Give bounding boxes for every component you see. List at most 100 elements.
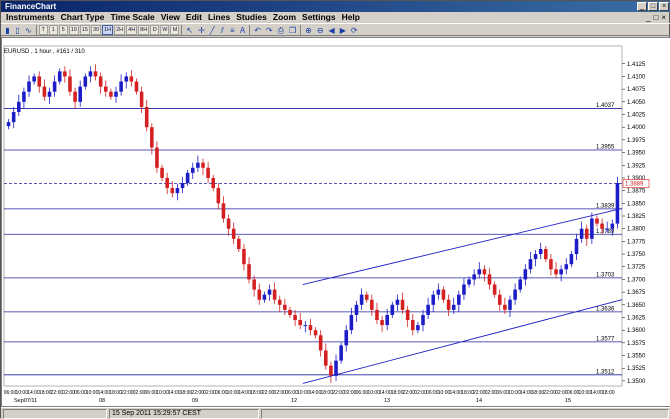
scroll-left-icon[interactable]: ◀	[327, 25, 337, 35]
menu-view[interactable]: View	[158, 12, 183, 23]
y-tick-label: 1.3700	[627, 277, 646, 283]
candle-body	[324, 350, 328, 366]
tf-8h-button[interactable]: 8H	[138, 24, 150, 35]
channel-icon[interactable]: ⫽	[218, 25, 227, 35]
mdi-minimize-button[interactable]: _	[646, 12, 650, 23]
candle-body	[462, 284, 466, 295]
tf-2h-button[interactable]: 2H	[114, 24, 126, 35]
tf-30-button[interactable]: 30	[90, 24, 102, 35]
candle-body	[134, 81, 139, 92]
candle-body	[354, 304, 359, 315]
candle-body	[477, 269, 482, 275]
candle-body	[247, 264, 251, 280]
candle-body	[242, 248, 246, 265]
fib-icon[interactable]: ≡	[228, 25, 237, 35]
level-label: 1.3839	[596, 203, 615, 209]
menu-edit[interactable]: Edit	[183, 12, 205, 23]
title-bar[interactable]: FinanceChart _ □ ×	[1, 1, 670, 12]
candle-body	[544, 248, 548, 260]
candle-body	[150, 127, 154, 148]
tf-5-button[interactable]: 5	[58, 24, 68, 35]
undo-icon[interactable]: ↶	[252, 25, 263, 35]
candle-body	[63, 71, 67, 77]
chart-bars-icon[interactable]: ▮	[3, 25, 12, 35]
candle-body	[27, 81, 31, 92]
candle-body	[329, 365, 333, 376]
tf-1h-button[interactable]: 1H	[102, 24, 114, 35]
tf-10-button[interactable]: 10	[68, 24, 79, 35]
current-price-label: 1.3889	[625, 182, 644, 188]
tf-15-button[interactable]: 15	[79, 24, 90, 35]
x-tick-label: 18:00	[602, 390, 615, 396]
tf-4h-button[interactable]: 4H	[126, 24, 138, 35]
tf-d-button[interactable]: D	[150, 24, 160, 35]
candle-body	[605, 228, 609, 230]
level-label: 1.4037	[596, 103, 615, 109]
chart-area[interactable]: EURUSD , 1 hour , #161 / 310 1.4125 1.410…	[1, 37, 670, 407]
day-label: 13	[384, 398, 390, 404]
candle-body	[114, 91, 118, 97]
menu-lines[interactable]: Lines	[205, 12, 233, 23]
candle-body	[349, 314, 354, 331]
candle-body	[549, 259, 553, 270]
level-label: 1.3955	[596, 145, 615, 151]
menu-instruments[interactable]: Instruments	[3, 12, 58, 23]
menu-time-scale[interactable]: Time Scale	[107, 12, 157, 23]
price-chart[interactable]: 1.4125 1.4100 1.4075 1.4050 1.4025 1.4000 1.39…	[2, 38, 670, 406]
candle-body	[57, 71, 62, 82]
level-label: 1.3636	[596, 306, 615, 312]
copy-icon[interactable]: ❐	[287, 25, 298, 35]
menu-studies[interactable]: Studies	[233, 12, 270, 23]
menu-help[interactable]: Help	[339, 12, 363, 23]
chart-candles-icon[interactable]: ▯	[13, 25, 22, 35]
y-tick-label: 1.3675	[627, 290, 646, 296]
zoom-out-icon[interactable]: ⊖	[315, 25, 326, 35]
tf-1-button[interactable]: 1	[48, 24, 58, 35]
candle-body	[103, 86, 108, 92]
mdi-close-button[interactable]: ×	[661, 12, 666, 23]
line-icon[interactable]: ╱	[208, 25, 217, 35]
candle-body	[487, 274, 492, 285]
minimize-button[interactable]: _	[637, 2, 647, 11]
tf-m-button[interactable]: M	[170, 24, 180, 35]
print-icon[interactable]: ⎙	[276, 25, 286, 35]
y-tick-label: 1.4000	[627, 125, 646, 131]
candle-body	[201, 162, 205, 168]
candle-body	[78, 86, 82, 102]
menu-chart-type[interactable]: Chart Type	[58, 12, 108, 23]
redo-icon[interactable]: ↷	[264, 25, 275, 35]
candle-body	[380, 320, 384, 326]
candle-body	[180, 183, 185, 189]
candle-body	[467, 279, 471, 285]
crosshair-icon[interactable]: ✛	[196, 25, 207, 35]
candle-body	[400, 299, 405, 310]
tf-w-button[interactable]: W	[160, 24, 170, 35]
refresh-icon[interactable]: ⟳	[349, 25, 360, 35]
menu-settings[interactable]: Settings	[299, 12, 339, 23]
y-tick-label: 1.3775	[627, 239, 646, 245]
chart-line-icon[interactable]: ∿	[23, 25, 34, 35]
candle-body	[155, 147, 159, 168]
text-icon[interactable]: A	[238, 25, 247, 35]
arrow-icon[interactable]: ↖	[184, 25, 195, 35]
candle-body	[584, 228, 589, 239]
scroll-right-icon[interactable]: ▶	[338, 25, 348, 35]
mdi-restore-button[interactable]: □	[653, 12, 658, 23]
zoom-in-icon[interactable]: ⊕	[303, 25, 314, 35]
candle-body	[83, 76, 88, 87]
menu-zoom[interactable]: Zoom	[270, 12, 299, 23]
candle-body	[528, 259, 533, 270]
candle-body	[318, 335, 323, 351]
tf-tick-button[interactable]: T	[38, 24, 48, 35]
candle-body	[508, 299, 512, 310]
candle-body	[170, 188, 175, 194]
maximize-button[interactable]: □	[648, 2, 658, 11]
candle-body	[68, 76, 72, 92]
candle-body	[569, 254, 574, 265]
close-button[interactable]: ×	[659, 2, 669, 11]
candle-body	[11, 111, 16, 123]
day-label: 12	[291, 398, 297, 404]
y-tick-label: 1.4100	[627, 74, 646, 80]
candle-body	[6, 122, 11, 127]
candle-body	[124, 76, 129, 82]
